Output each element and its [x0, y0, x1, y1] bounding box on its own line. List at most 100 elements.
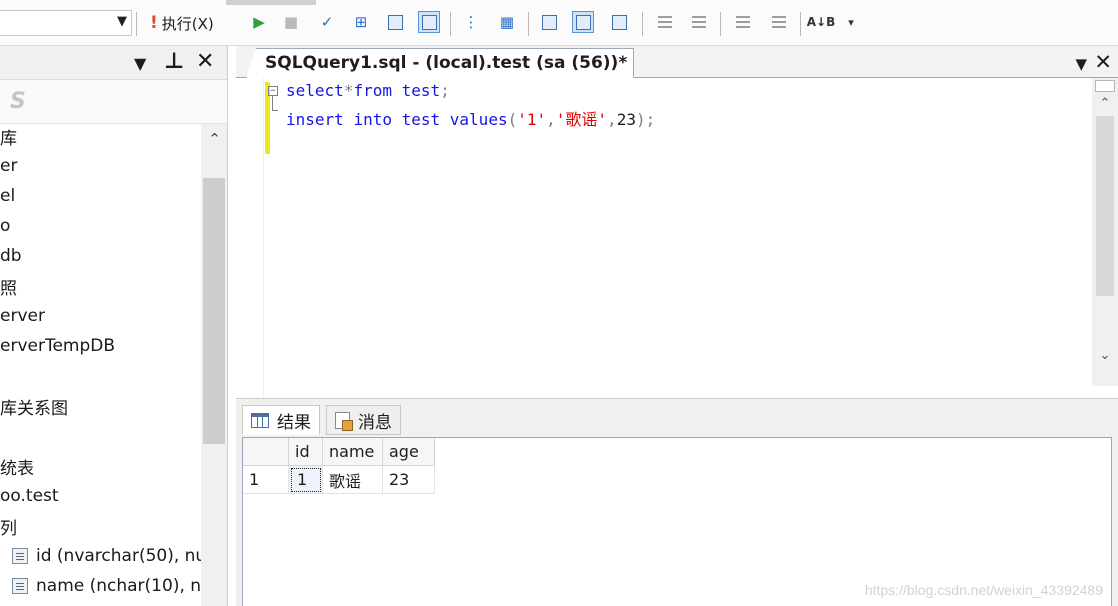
scroll-down-icon[interactable]: ⌄	[1092, 348, 1118, 363]
table-cell[interactable]: 1	[289, 466, 323, 494]
uncomment-icon[interactable]	[688, 11, 710, 33]
copy-results-icon[interactable]: ▦	[496, 11, 518, 33]
code-token: (	[507, 110, 518, 129]
execute-button[interactable]: ! 执行(X)	[150, 11, 214, 35]
tree-node[interactable]: erverTempDB	[0, 334, 115, 358]
toolbar-separator	[642, 12, 643, 36]
code-token: insert	[286, 110, 344, 129]
row-number[interactable]: 1	[243, 466, 289, 494]
toolbar-separator	[720, 12, 721, 36]
row-header-corner[interactable]	[243, 438, 289, 466]
window-position-icon[interactable]: ▼	[134, 54, 146, 73]
table-cell[interactable]: 23	[383, 466, 435, 494]
toolbar-edge	[226, 0, 316, 5]
collapse-icon[interactable]: −	[268, 86, 278, 96]
document-tab-strip: SQLQuery1.sql - (local).test (sa (56))* …	[236, 46, 1118, 78]
tree-node[interactable]: el	[0, 184, 15, 208]
tree-node-label: el	[0, 186, 16, 206]
tree-node[interactable]: 照	[0, 274, 17, 299]
fold-line-end	[272, 110, 278, 111]
query-design-icon[interactable]: ⊞	[350, 11, 372, 33]
tree-node-label: 库关系图	[0, 398, 68, 419]
tree-node-label: name (nchar(10), n	[36, 576, 202, 596]
code-token: 23	[616, 110, 636, 129]
tab-sqlquery1[interactable]: SQLQuery1.sql - (local).test (sa (56))*	[246, 48, 635, 78]
tree-node[interactable]: erver	[0, 304, 45, 328]
tab-results[interactable]: 结果	[242, 405, 320, 435]
tree-node-label: oo.test	[0, 486, 59, 506]
display-plan-icon[interactable]	[384, 11, 406, 33]
tab-messages[interactable]: 消息	[326, 405, 401, 435]
indent-icon[interactable]	[768, 11, 790, 33]
results-grid[interactable]: id name age 1 1 歌谣 23 https://blog.csdn.…	[242, 437, 1112, 606]
code-token: ,	[546, 110, 556, 129]
chevron-down-icon[interactable]: ▼	[117, 14, 127, 29]
results-grid-icon[interactable]	[572, 11, 594, 33]
close-icon[interactable]: ✕	[1094, 50, 1112, 74]
watermark: https://blog.csdn.net/weixin_43392489	[864, 582, 1103, 598]
split-handle[interactable]	[1095, 80, 1115, 92]
code-token: into	[353, 110, 392, 129]
tree-node-column[interactable]: name (nchar(10), n	[0, 574, 201, 598]
tree-node[interactable]: db	[0, 244, 22, 268]
column-header[interactable]: id	[289, 438, 323, 466]
code-line[interactable]: insert into test values('1','歌谣',23);	[286, 106, 655, 130]
scrollbar-thumb[interactable]	[1096, 116, 1114, 296]
tab-title: SQLQuery1.sql - (local).test (sa (56))*	[265, 53, 628, 73]
tree-node-label: o	[0, 216, 11, 236]
tree-node[interactable]: 库	[0, 124, 17, 149]
tree-node[interactable]: 库关系图	[0, 394, 68, 419]
execute-icon: !	[150, 13, 158, 33]
tree-node-columns[interactable]: 列	[0, 514, 17, 539]
scroll-up-icon[interactable]: ⌃	[1092, 96, 1118, 111]
results-text-icon[interactable]	[538, 11, 560, 33]
tree-node[interactable]: 统表	[0, 454, 34, 479]
code-token: ;	[440, 81, 450, 100]
fold-line	[272, 96, 273, 110]
close-icon[interactable]: ✕	[196, 49, 214, 74]
tab-results-label: 结果	[277, 412, 311, 433]
parse-icon[interactable]: ✓	[316, 11, 338, 33]
scrollbar-thumb[interactable]	[203, 178, 225, 444]
database-selector[interactable]: ▼	[0, 10, 132, 36]
run-icon[interactable]: ▶	[248, 11, 270, 33]
tree-node-label: erver	[0, 306, 45, 326]
object-explorer-panel: ▼ ⊥ ✕ S 库 er el o db 照 erver erverTempDB…	[0, 46, 228, 606]
stop-icon[interactable]: ■	[280, 11, 302, 33]
column-header[interactable]: name	[323, 438, 383, 466]
specify-values-icon[interactable]: A↓B	[807, 11, 836, 33]
code-line[interactable]: select*from test;	[286, 81, 450, 100]
sync-icon[interactable]: S	[10, 89, 26, 114]
column-header[interactable]: age	[383, 438, 435, 466]
editor-vertical-scrollbar[interactable]: ⌃ ⌄	[1092, 78, 1118, 386]
results-to-file-icon[interactable]	[418, 11, 440, 33]
pin-icon[interactable]: ⊥	[164, 49, 184, 74]
code-editor[interactable]: − select*from test; insert into test val…	[236, 78, 1118, 426]
table-cell[interactable]: 歌谣	[323, 466, 383, 494]
editor-gutter	[236, 78, 264, 418]
grid-icon	[251, 412, 269, 428]
code-token: from	[353, 81, 392, 100]
outdent-icon[interactable]	[732, 11, 754, 33]
tree-node-label: 列	[0, 518, 17, 539]
toolbar-overflow-icon[interactable]: ▾	[840, 11, 862, 33]
sql-editor-toolbar: ▼ ! 执行(X) ▶ ■ ✓ ⊞ ⋮ ▦ A↓B ▾	[0, 0, 1118, 46]
tree-node[interactable]: oo.test	[0, 484, 59, 508]
chevron-down-icon[interactable]: ▼	[1076, 55, 1088, 73]
results-file-icon[interactable]	[608, 11, 630, 33]
tree-node-label: erverTempDB	[0, 336, 116, 356]
tree-node-label: er	[0, 156, 18, 176]
object-explorer-scrollbar[interactable]: ⌃	[201, 124, 227, 606]
scroll-up-icon[interactable]: ⌃	[201, 130, 227, 148]
comment-icon[interactable]	[654, 11, 676, 33]
tree-node-column[interactable]: id (nvarchar(50), nu	[0, 544, 206, 568]
column-icon	[12, 578, 28, 594]
tree-node[interactable]: er	[0, 154, 17, 178]
code-token: test	[401, 81, 441, 100]
execute-label: 执行(X)	[161, 14, 214, 33]
statistics-icon[interactable]: ⋮	[460, 11, 482, 33]
tree-node[interactable]: o	[0, 214, 10, 238]
